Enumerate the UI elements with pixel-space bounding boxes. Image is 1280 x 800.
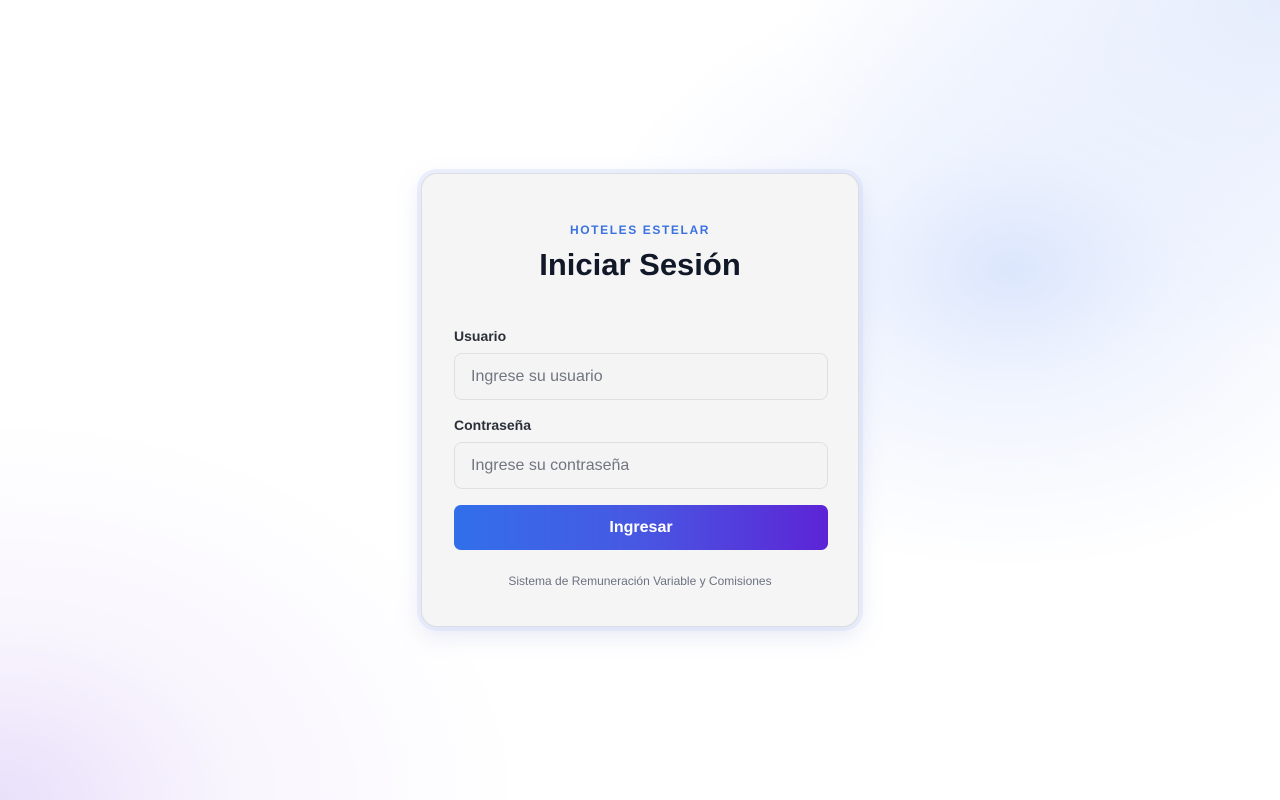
- username-label: Usuario: [454, 328, 507, 344]
- login-button[interactable]: Ingresar: [454, 505, 828, 550]
- brand-name: HOTELES ESTELAR: [569, 223, 710, 237]
- password-input[interactable]: [454, 442, 828, 489]
- password-label: Contraseña: [454, 417, 532, 433]
- login-card: HOTELES ESTELAR Iniciar Sesión Usuario C…: [421, 173, 859, 627]
- username-input[interactable]: [454, 353, 828, 400]
- page-title: Iniciar Sesión: [539, 247, 741, 282]
- system-description: Sistema de Remuneración Variable y Comis…: [508, 574, 772, 588]
